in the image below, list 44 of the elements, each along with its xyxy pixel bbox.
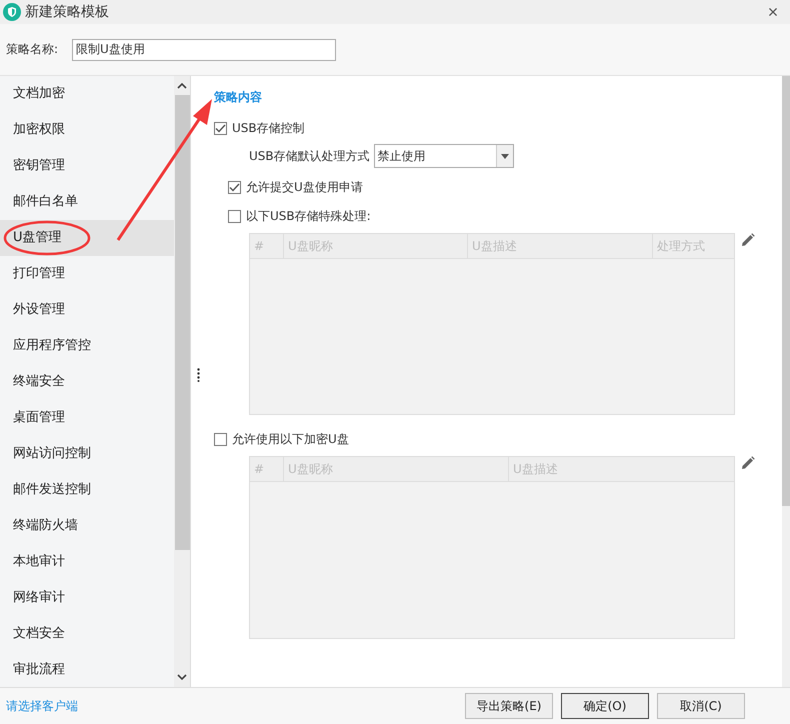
policy-name-field[interactable]: 限制U盘使用: [72, 38, 336, 60]
edit-pencil-icon[interactable]: [741, 456, 755, 470]
dialog-button[interactable]: 确定(O): [561, 693, 649, 719]
default-mode-label: USB存储默认处理方式: [249, 148, 370, 164]
check-icon: [229, 182, 240, 192]
section-heading: 策略内容: [214, 89, 263, 106]
default-mode-dropdown[interactable]: 禁止使用: [374, 144, 514, 168]
dialog-button[interactable]: 取消(C): [657, 693, 745, 719]
sidebar-item[interactable]: U盘管理: [0, 220, 174, 256]
column-header: #: [250, 457, 284, 481]
window-title: 新建策略模板: [25, 3, 110, 21]
sidebar-item[interactable]: 密钥管理: [0, 148, 174, 184]
sidebar-item[interactable]: 邮件白名单: [0, 184, 174, 220]
sidebar-item[interactable]: 文档加密: [0, 76, 174, 112]
content-scrollbar[interactable]: [782, 76, 790, 687]
sidebar-item[interactable]: 邮件发送控制: [0, 472, 174, 508]
check-icon: [215, 124, 226, 132]
sidebar-item[interactable]: 网络审计: [0, 580, 174, 616]
column-header: #: [250, 234, 284, 258]
sidebar-item[interactable]: 外设管理: [0, 292, 174, 328]
sidebar-item[interactable]: 审批流程: [0, 652, 174, 687]
special-handling-checkbox[interactable]: 以下USB存储特殊处理:: [228, 206, 782, 226]
sidebar-item[interactable]: 应用程序管控: [0, 328, 174, 364]
dialog-button[interactable]: 导出策略(E): [465, 693, 553, 719]
edit-pencil-icon[interactable]: [741, 233, 755, 247]
policy-name-label: 策略名称:: [6, 41, 60, 58]
sidebar-item[interactable]: 终端防火墙: [0, 508, 174, 544]
scroll-down-icon[interactable]: [177, 674, 187, 681]
sidebar-item[interactable]: 打印管理: [0, 256, 174, 292]
close-button[interactable]: ×: [758, 0, 788, 24]
sidebar-scrollbar[interactable]: [174, 76, 190, 687]
sidebar-item[interactable]: 本地审计: [0, 544, 174, 580]
shield-logo-icon: [3, 3, 21, 21]
allow-request-checkbox[interactable]: 允许提交U盘使用申请: [228, 177, 782, 197]
dropdown-caret-icon: [500, 154, 509, 158]
splitter-handle-icon[interactable]: [197, 368, 200, 382]
scroll-up-icon[interactable]: [177, 82, 187, 89]
sidebar-item[interactable]: 加密权限: [0, 112, 174, 148]
sidebar-item[interactable]: 桌面管理: [0, 400, 174, 436]
encrypted-usb-checkbox[interactable]: 允许使用以下加密U盘: [214, 429, 782, 449]
sidebar-item[interactable]: 文档安全: [0, 616, 174, 652]
sidebar-item[interactable]: 终端安全: [0, 364, 174, 400]
sidebar-item[interactable]: 网站访问控制: [0, 436, 174, 472]
usb-control-checkbox[interactable]: USB存储控制: [214, 118, 782, 138]
